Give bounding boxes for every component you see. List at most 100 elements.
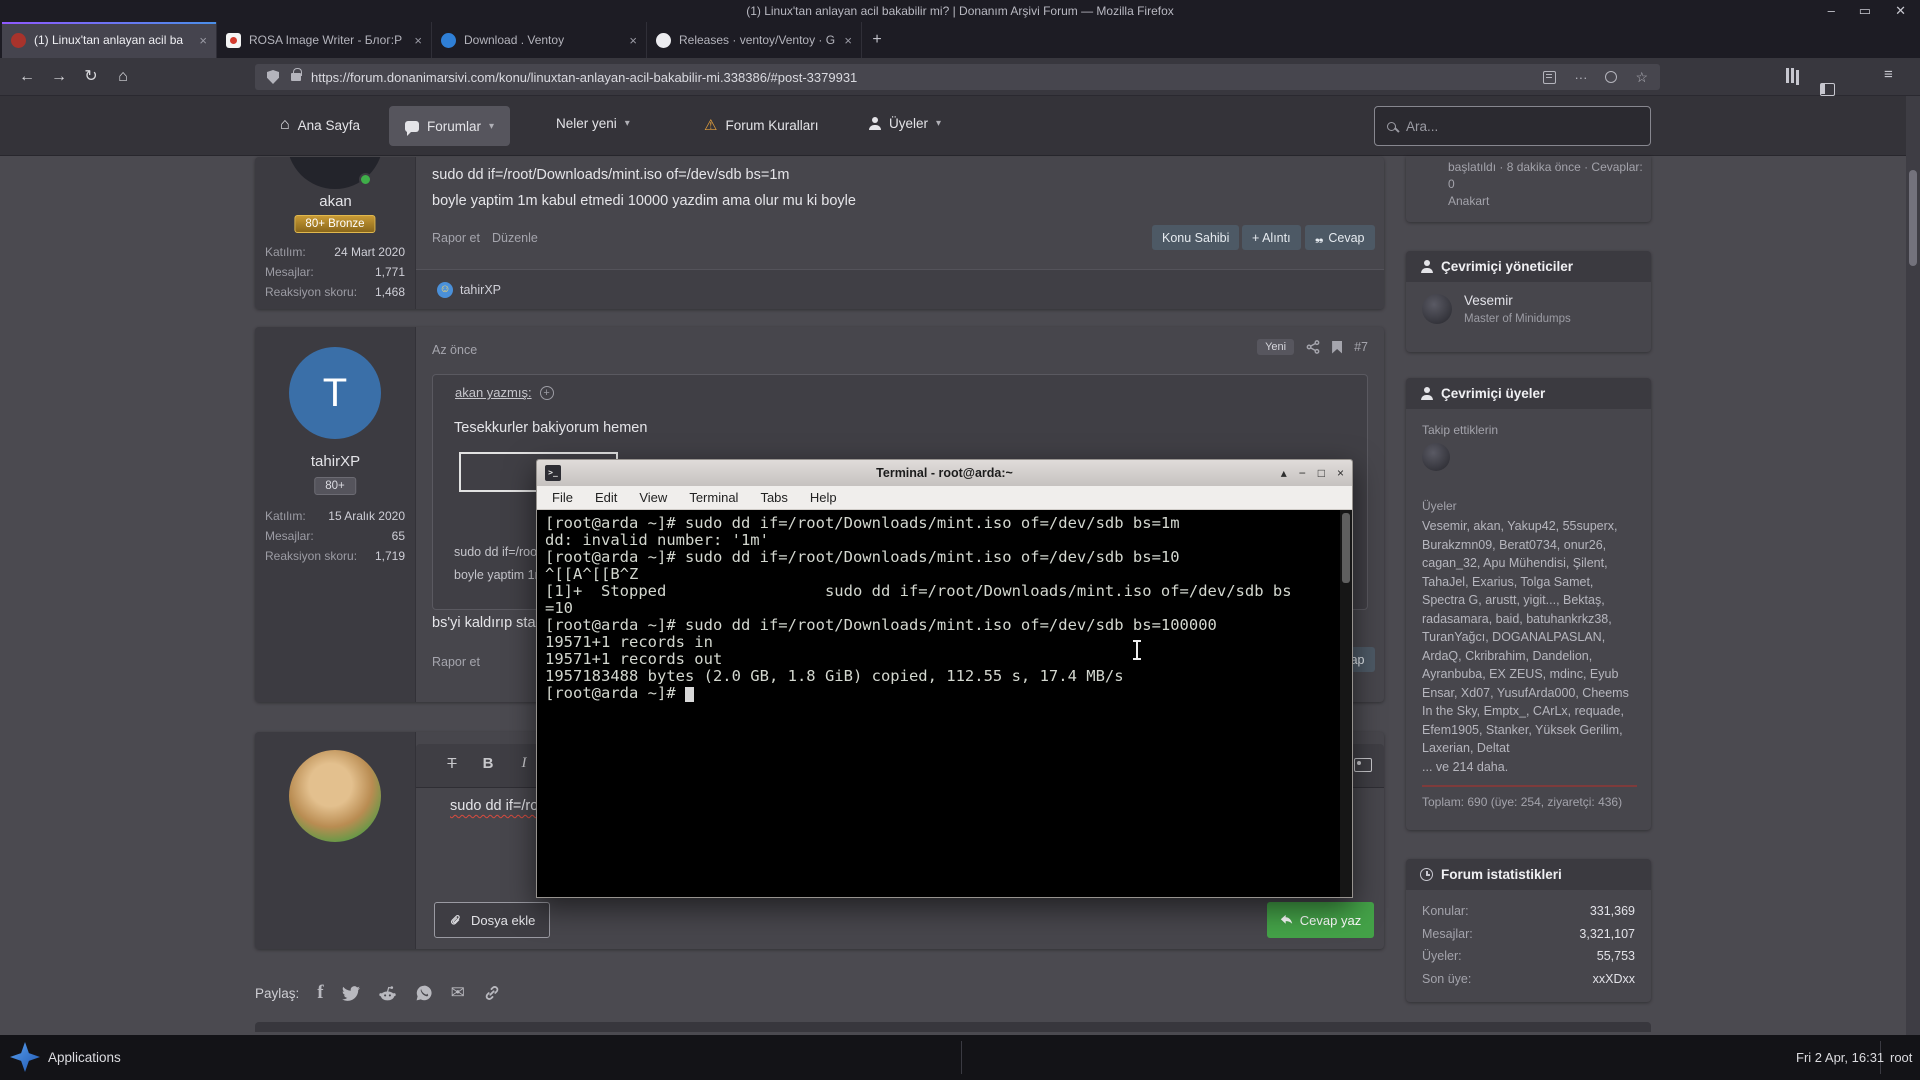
- new-tab-button[interactable]: +: [862, 22, 892, 58]
- screen: (1) Linux'tan anlayan acil bakabilir mi?…: [0, 0, 1920, 1080]
- stat-label: Mesajlar:: [265, 529, 314, 549]
- terminal-scrollbar-thumb[interactable]: [1342, 513, 1350, 583]
- edit-link[interactable]: Düzenle: [492, 231, 538, 245]
- bold-icon[interactable]: B: [476, 755, 500, 772]
- page-actions-icon[interactable]: ···: [1574, 70, 1587, 85]
- tab-rosa[interactable]: ROSA Image Writer - Блог:Р ×: [217, 22, 432, 58]
- scrollbar-thumb[interactable]: [1909, 170, 1917, 266]
- expand-icon[interactable]: +: [540, 386, 554, 400]
- stats-icon: [1420, 868, 1433, 881]
- avatar[interactable]: [1422, 294, 1452, 324]
- menu-view[interactable]: View: [628, 490, 678, 505]
- terminal-scrollbar[interactable]: [1340, 510, 1352, 897]
- terminal-shade-button[interactable]: ▴: [1281, 466, 1287, 480]
- attach-file-button[interactable]: Dosya ekle: [434, 902, 550, 938]
- quote-author-link[interactable]: akan yazmış:: [455, 385, 532, 400]
- lock-icon[interactable]: [291, 73, 301, 81]
- terminal-close-button[interactable]: ×: [1337, 466, 1344, 480]
- browser-scrollbar[interactable]: [1906, 96, 1920, 1035]
- online-members-list[interactable]: Vesemir, akan, Yakup42, 55superx, Burakz…: [1422, 517, 1637, 758]
- url-text[interactable]: https://forum.donanimarsivi.com/konu/lin…: [311, 70, 1525, 85]
- share-icon[interactable]: [1306, 340, 1320, 354]
- post-timestamp[interactable]: Az önce: [432, 343, 477, 357]
- forum-nav: ⌂ Ana Sayfa Forumlar ▾ Neler yeni ▾ ⚠ Fo…: [0, 96, 1920, 156]
- tab-ventoy[interactable]: Download . Ventoy ×: [432, 22, 647, 58]
- nav-home[interactable]: ⌂ Ana Sayfa: [280, 116, 360, 134]
- tab-forum[interactable]: (1) Linux'tan anlayan acil ba ×: [2, 22, 217, 58]
- nav-forums[interactable]: Forumlar ▾: [389, 106, 510, 146]
- menu-tabs[interactable]: Tabs: [749, 490, 798, 505]
- minimize-button[interactable]: –: [1828, 0, 1835, 22]
- menu-help[interactable]: Help: [799, 490, 848, 505]
- reddit-icon[interactable]: [378, 984, 397, 1003]
- terminal-maximize-button[interactable]: □: [1318, 466, 1325, 480]
- back-button[interactable]: ←: [14, 65, 40, 89]
- tab-close-icon[interactable]: ×: [844, 33, 852, 48]
- reader-mode-icon[interactable]: [1543, 71, 1556, 84]
- library-icon[interactable]: [1786, 68, 1800, 83]
- tab-close-icon[interactable]: ×: [199, 33, 207, 48]
- nav-rules[interactable]: ⚠ Forum Kuralları: [704, 116, 818, 134]
- quote-button[interactable]: + Alıntı: [1242, 225, 1301, 250]
- menu-file[interactable]: File: [541, 490, 584, 505]
- remove-format-icon[interactable]: T: [440, 755, 464, 772]
- italic-icon[interactable]: I: [512, 755, 536, 772]
- avatar[interactable]: [1422, 443, 1450, 471]
- home-button[interactable]: ⌂: [110, 65, 136, 89]
- terminal-line: [root@arda ~]# sudo dd if=/root/Download…: [545, 617, 1344, 634]
- username[interactable]: tahirXP: [255, 453, 416, 470]
- applications-button[interactable]: Applications: [48, 1035, 121, 1080]
- forward-button[interactable]: →: [46, 65, 72, 89]
- terminal-window[interactable]: >_ Terminal - root@arda:~ ▴ − □ × File E…: [536, 459, 1353, 898]
- maximize-button[interactable]: ▭: [1859, 0, 1871, 22]
- url-bar[interactable]: https://forum.donanimarsivi.com/konu/lin…: [255, 64, 1660, 90]
- reply-button[interactable]: ❠Cevap: [1305, 225, 1375, 250]
- forum-search[interactable]: [1374, 106, 1651, 146]
- pocket-icon[interactable]: [1605, 71, 1617, 83]
- username[interactable]: akan: [255, 193, 416, 210]
- thread-category-link[interactable]: Anakart: [1448, 194, 1641, 208]
- terminal-minimize-button[interactable]: −: [1299, 466, 1306, 480]
- chat-bubble-icon: [405, 121, 419, 132]
- sidebar-toggle-icon[interactable]: [1820, 83, 1835, 96]
- report-link[interactable]: Rapor et: [432, 231, 480, 245]
- insert-image-icon[interactable]: [1354, 758, 1372, 772]
- tracking-protection-shield-icon[interactable]: [267, 70, 279, 84]
- tab-close-icon[interactable]: ×: [629, 33, 637, 48]
- tab-github[interactable]: Releases · ventoy/Ventoy · G ×: [647, 22, 862, 58]
- report-link[interactable]: Rapor et: [432, 655, 480, 669]
- twitter-icon[interactable]: [342, 984, 360, 1002]
- taskbar: Applications Fri 2 Apr, 16:31 root: [0, 1035, 1920, 1080]
- stat-value[interactable]: xxXDxx: [1593, 972, 1635, 986]
- link-icon[interactable]: [483, 984, 501, 1002]
- submit-reply-button[interactable]: Cevap yaz: [1267, 902, 1374, 938]
- owner-button[interactable]: Konu Sahibi: [1152, 225, 1239, 250]
- menu-terminal[interactable]: Terminal: [678, 490, 749, 505]
- reaction-bar[interactable]: ☺ tahirXP: [416, 269, 1384, 309]
- nav-whats-new[interactable]: Neler yeni ▾: [556, 116, 630, 131]
- bookmark-star-icon[interactable]: ☆: [1635, 69, 1648, 86]
- user-stats: Katılım:15 Aralık 2020 Mesajlar:65 Reaks…: [265, 509, 405, 569]
- menu-icon[interactable]: ≡: [1884, 66, 1893, 83]
- terminal-output[interactable]: [root@arda ~]# sudo dd if=/root/Download…: [537, 510, 1352, 897]
- stat-value: 65: [392, 529, 405, 549]
- nav-forums-label: Forumlar: [427, 119, 481, 134]
- reaction-user[interactable]: tahirXP: [460, 283, 501, 297]
- search-input[interactable]: [1406, 119, 1606, 134]
- staff-card-body: Vesemir Master of Minidumps: [1406, 282, 1651, 352]
- menu-edit[interactable]: Edit: [584, 490, 628, 505]
- nav-members[interactable]: Üyeler ▾: [868, 116, 941, 131]
- terminal-titlebar[interactable]: >_ Terminal - root@arda:~ ▴ − □ ×: [537, 460, 1352, 486]
- post-number[interactable]: #7: [1354, 340, 1368, 354]
- close-button[interactable]: ✕: [1895, 0, 1906, 22]
- reload-button[interactable]: ↻: [78, 65, 104, 89]
- facebook-icon[interactable]: f: [317, 982, 323, 1004]
- editor-avatar[interactable]: [289, 750, 381, 842]
- bookmark-icon[interactable]: [1332, 341, 1342, 354]
- avatar[interactable]: T: [289, 347, 381, 439]
- applications-logo-icon[interactable]: [10, 1042, 40, 1072]
- tab-close-icon[interactable]: ×: [414, 33, 422, 48]
- email-icon[interactable]: ✉: [451, 983, 465, 1003]
- whatsapp-icon[interactable]: [415, 984, 433, 1002]
- staff-name[interactable]: Vesemir: [1464, 293, 1513, 308]
